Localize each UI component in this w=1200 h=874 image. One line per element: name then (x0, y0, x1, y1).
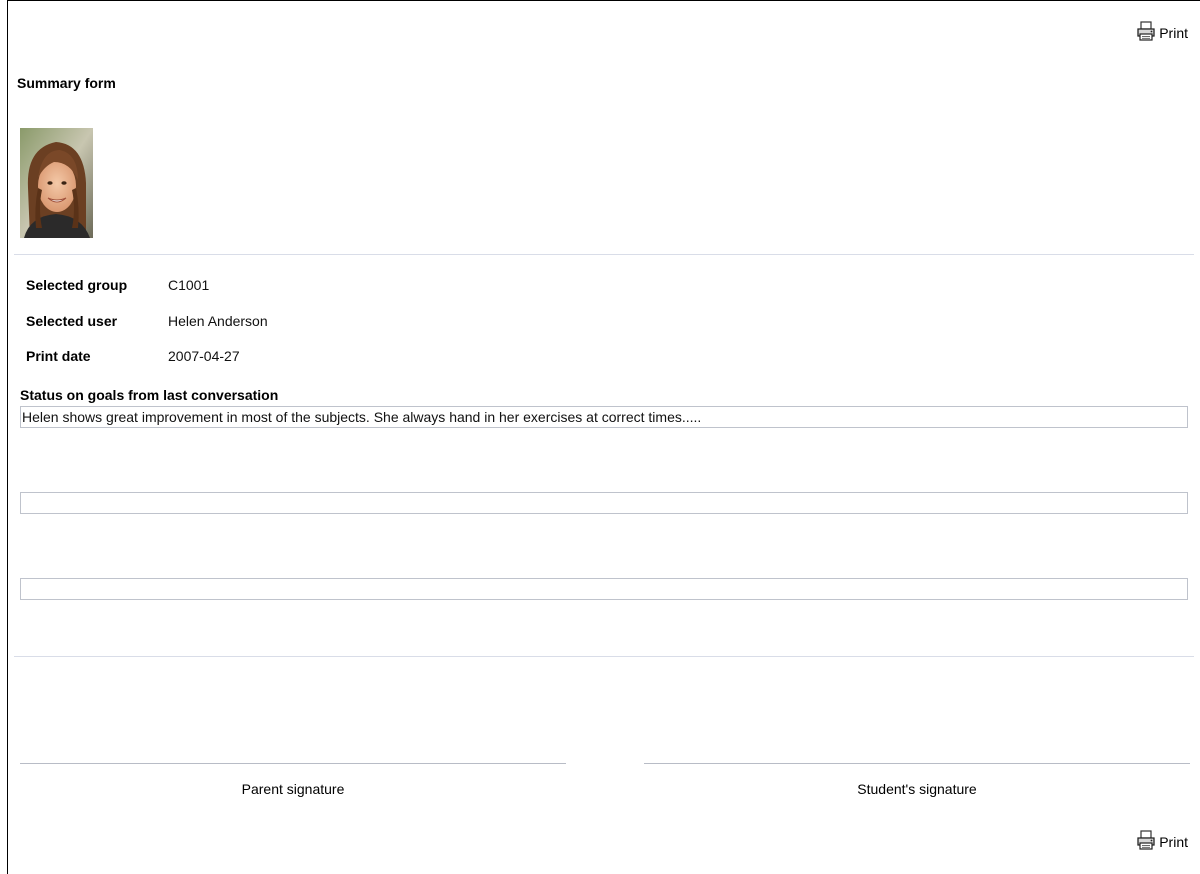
parent-signature-line (20, 763, 566, 764)
print-label: Print (1159, 25, 1188, 41)
page-title: Summary form (17, 75, 116, 91)
parent-signature-label: Parent signature (241, 781, 345, 797)
student-signature-line (644, 763, 1190, 764)
student-signature-label: Student's signature (857, 781, 977, 797)
printer-icon (1136, 830, 1156, 850)
info-row-user: Selected user Helen Anderson (26, 313, 268, 329)
print-label: Print (1159, 834, 1188, 850)
date-value: 2007-04-27 (168, 348, 240, 364)
date-label: Print date (26, 348, 91, 364)
status-field-3[interactable] (20, 578, 1188, 600)
status-field-1[interactable]: Helen shows great improvement in most of… (20, 406, 1188, 428)
status-field-2[interactable] (20, 492, 1188, 514)
status-title: Status on goals from last conversation (20, 387, 279, 403)
user-value: Helen Anderson (168, 313, 268, 329)
info-row-date: Print date 2007-04-27 (26, 348, 240, 364)
group-label: Selected group (26, 277, 128, 293)
student-photo (20, 128, 93, 238)
group-value: C1001 (168, 277, 210, 293)
printer-icon (1136, 21, 1156, 41)
divider-bottom (14, 656, 1194, 657)
divider-top (14, 254, 1194, 255)
user-label: Selected user (26, 313, 118, 329)
page-frame: Print Summary form Selected group C1001 … (7, 0, 1200, 874)
print-button-bottom[interactable]: Print (1136, 830, 1188, 850)
info-row-group: Selected group C1001 (26, 277, 209, 293)
print-button-top[interactable]: Print (1136, 21, 1188, 41)
